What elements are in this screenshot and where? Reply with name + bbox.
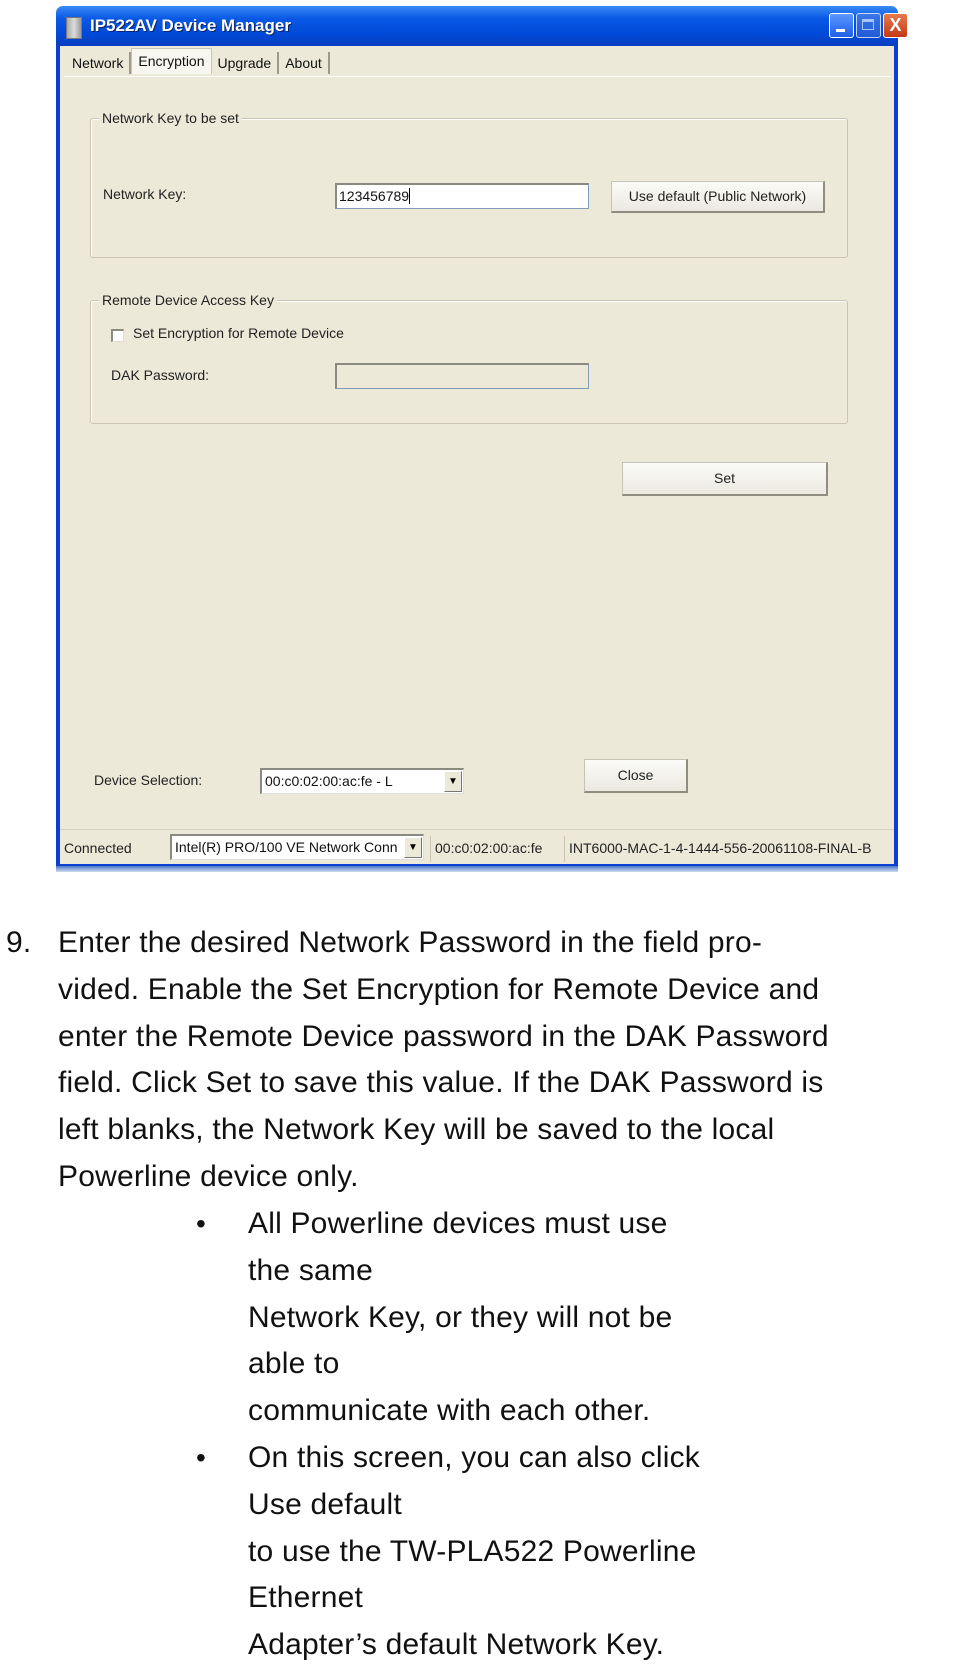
set-encryption-remote-checkbox[interactable]: [111, 329, 124, 342]
use-default-button[interactable]: Use default (Public Network): [611, 181, 825, 213]
app-icon: [66, 17, 82, 39]
maximize-button[interactable]: [856, 13, 881, 38]
dialog-client-area: Network Encryption Upgrade About Network…: [60, 46, 894, 864]
step-line: left blanks, the Network Key will be sav…: [58, 1113, 775, 1147]
window-frame-bottom: [56, 866, 898, 872]
bullet-icon: •: [196, 1441, 207, 1473]
step-number: 9.: [6, 926, 32, 959]
bullet-item: • All Powerline devices must use the sam…: [0, 1201, 712, 1435]
remote-access-key-group: Remote Device Access Key Set Encryption …: [90, 292, 848, 424]
bullet-line: All Powerline devices must use the same: [248, 1207, 668, 1287]
close-window-button[interactable]: X: [883, 13, 908, 38]
status-bar: Connected Intel(R) PRO/100 VE Network Co…: [60, 829, 894, 864]
device-selection-label: Device Selection:: [94, 772, 203, 788]
dak-password-label: DAK Password:: [111, 367, 210, 383]
bullet-list: • All Powerline devices must use the sam…: [0, 1201, 960, 1669]
device-selection-value: 00:c0:02:00:ac:fe - L: [265, 773, 393, 789]
network-key-group-legend: Network Key to be set: [99, 110, 242, 126]
step-line: field. Click Set to save this value. If …: [58, 1066, 824, 1100]
close-button[interactable]: Close: [584, 759, 688, 793]
text-caret: [409, 188, 411, 204]
minimize-button[interactable]: [829, 13, 854, 38]
connection-status: Connected: [64, 840, 132, 856]
step-line: vided. Enable the Set Encryption for Rem…: [58, 972, 820, 1006]
chevron-down-icon[interactable]: ▼: [444, 771, 462, 792]
bullet-line: On this screen, you can also click Use d…: [248, 1440, 700, 1521]
tab-network[interactable]: Network: [66, 52, 132, 74]
bullet-line: to use the TW-PLA522 Powerline Ethernet: [248, 1534, 697, 1615]
bullet-line: communicate with each other.: [248, 1394, 651, 1428]
bullet-line: Adapter’s default Network Key.: [248, 1628, 665, 1662]
tab-bar: Network Encryption Upgrade About: [66, 48, 330, 76]
step-line: Enter the desired Network Password in th…: [58, 926, 763, 959]
firmware-version: INT6000-MAC-1-4-1444-556-20061108-FINAL-…: [564, 836, 894, 862]
title-bar[interactable]: IP522AV Device Manager X: [56, 6, 908, 46]
network-key-label: Network Key:: [103, 186, 187, 202]
set-button[interactable]: Set: [622, 462, 828, 496]
dak-password-input[interactable]: [335, 363, 589, 389]
tab-about[interactable]: About: [279, 52, 330, 74]
network-adapter-dropdown[interactable]: Intel(R) PRO/100 VE Network Conn ▼: [170, 834, 424, 860]
network-key-input[interactable]: 123456789: [335, 183, 589, 209]
step-line: enter the Remote Device password in the …: [58, 1019, 829, 1053]
bullet-item: • On this screen, you can also click Use…: [0, 1435, 712, 1669]
device-selection-dropdown[interactable]: 00:c0:02:00:ac:fe - L ▼: [260, 768, 464, 794]
close-icon: X: [889, 15, 902, 35]
network-key-group: Network Key to be set Network Key: 12345…: [90, 110, 848, 258]
mac-address: 00:c0:02:00:ac:fe: [430, 836, 562, 862]
tab-upgrade[interactable]: Upgrade: [211, 52, 280, 74]
network-key-value: 123456789: [339, 188, 410, 204]
window-title: IP522AV Device Manager: [90, 16, 291, 35]
step-paragraph: Enter the desired Network Password in th…: [58, 920, 953, 1201]
chevron-down-icon[interactable]: ▼: [404, 837, 422, 858]
remote-access-key-group-legend: Remote Device Access Key: [99, 292, 277, 308]
bullet-line: Network Key, or they will not be able to: [248, 1300, 673, 1381]
device-manager-window: IP522AV Device Manager X Network Encrypt…: [56, 6, 908, 868]
set-encryption-remote-label[interactable]: Set Encryption for Remote Device: [133, 325, 344, 341]
tab-encryption[interactable]: Encryption: [131, 48, 212, 74]
tab-panel-border: [64, 76, 890, 77]
network-adapter-value: Intel(R) PRO/100 VE Network Conn: [175, 839, 398, 855]
bullet-icon: •: [196, 1208, 207, 1239]
step-line: Powerline device only.: [58, 1159, 359, 1193]
